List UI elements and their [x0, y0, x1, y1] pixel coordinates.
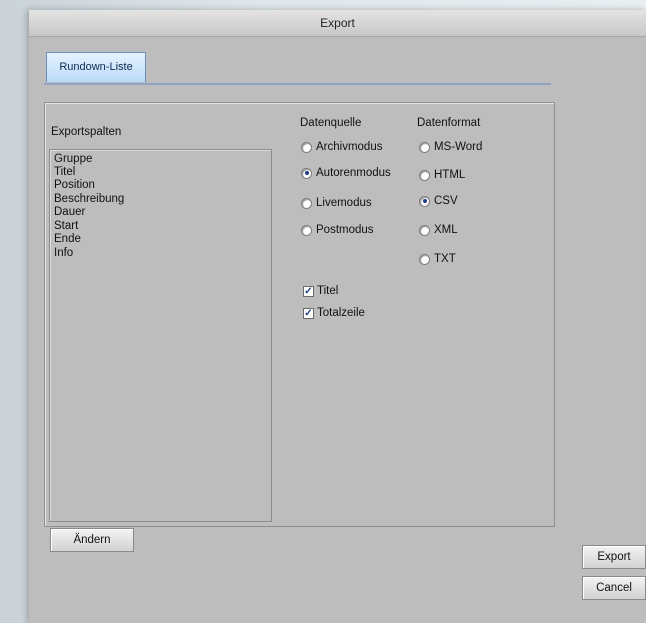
- radio-livemodus[interactable]: Livemodus: [301, 197, 372, 209]
- tab-rundown-liste[interactable]: Rundown-Liste: [46, 52, 146, 82]
- radio-archivmodus[interactable]: Archivmodus: [301, 141, 382, 153]
- radio-indicator: [301, 141, 312, 153]
- checkbox-totalzeile[interactable]: ✓ Totalzeile: [303, 307, 365, 319]
- checkmark-icon: ✓: [303, 285, 314, 297]
- list-item[interactable]: Ende: [54, 233, 81, 246]
- export-columns-list[interactable]: Gruppe Titel Position Beschreibung Dauer…: [49, 149, 272, 522]
- checkbox-label: Totalzeile: [317, 307, 365, 319]
- list-item[interactable]: Titel: [54, 166, 75, 179]
- radio-label: MS-Word: [434, 141, 483, 153]
- radio-csv[interactable]: CSV: [419, 195, 458, 207]
- list-item[interactable]: Position: [54, 179, 95, 192]
- radio-indicator: [419, 141, 430, 153]
- checkbox-titel[interactable]: ✓ Titel: [303, 285, 338, 297]
- radio-autorenmodus[interactable]: Autorenmodus: [301, 167, 391, 179]
- export-columns-label: Exportspalten: [51, 126, 122, 138]
- radio-indicator: [301, 224, 312, 236]
- radio-label: Livemodus: [316, 197, 372, 209]
- checkbox-label: Titel: [317, 285, 339, 297]
- radio-indicator: [419, 224, 430, 236]
- radio-label: Autorenmodus: [316, 167, 391, 179]
- data-format-label: Datenformat: [417, 117, 481, 129]
- radio-label: CSV: [434, 195, 458, 207]
- list-item[interactable]: Start: [54, 220, 78, 233]
- tab-strip: Rundown-Liste: [44, 50, 551, 85]
- radio-txt[interactable]: TXT: [419, 253, 456, 265]
- radio-label: TXT: [434, 253, 456, 265]
- radio-indicator: [419, 169, 430, 181]
- radio-indicator: [419, 195, 430, 207]
- radio-xml[interactable]: XML: [419, 224, 458, 236]
- export-button[interactable]: Export: [582, 545, 646, 569]
- radio-indicator: [301, 197, 312, 209]
- radio-indicator: [419, 253, 430, 265]
- export-dialog: Export Rundown-Liste Exportspalten Grupp…: [29, 10, 646, 623]
- cancel-button[interactable]: Cancel: [582, 576, 646, 600]
- radio-indicator: [301, 167, 312, 179]
- list-item[interactable]: Gruppe: [54, 153, 92, 166]
- radio-label: Archivmodus: [316, 141, 383, 153]
- radio-ms-word[interactable]: MS-Word: [419, 141, 482, 153]
- checkmark-icon: ✓: [303, 307, 314, 319]
- radio-html[interactable]: HTML: [419, 169, 465, 181]
- list-item[interactable]: Dauer: [54, 206, 85, 219]
- radio-label: XML: [434, 224, 458, 236]
- radio-label: HTML: [434, 169, 466, 181]
- dialog-title: Export: [29, 10, 646, 37]
- list-item[interactable]: Info: [54, 247, 73, 260]
- change-button[interactable]: Ändern: [50, 528, 134, 552]
- list-item[interactable]: Beschreibung: [54, 193, 124, 206]
- radio-label: Postmodus: [316, 224, 374, 236]
- radio-postmodus[interactable]: Postmodus: [301, 224, 374, 236]
- data-source-label: Datenquelle: [300, 117, 362, 129]
